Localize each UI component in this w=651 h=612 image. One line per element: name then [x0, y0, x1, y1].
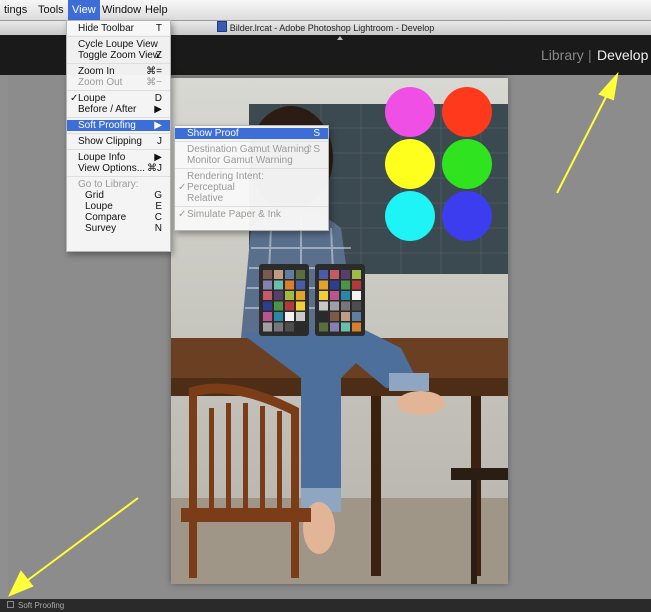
status-bar: Soft Proofing — [0, 599, 651, 612]
menu-tools[interactable]: Tools — [34, 0, 68, 20]
menu-item-destination-gamut-warning: Destination Gamut Warning ⇧S — [175, 144, 328, 155]
menu-item-label: Grid — [85, 190, 104, 201]
menu-item-shortcut: N — [154, 223, 162, 234]
menu-separator — [175, 206, 328, 207]
status-text: Soft Proofing — [18, 601, 65, 610]
module-develop[interactable]: Develop — [597, 47, 648, 63]
checkmark-icon: ✓ — [178, 182, 187, 193]
menu-item-label: Show Clipping — [78, 136, 142, 147]
menu-item-shortcut: S — [313, 128, 320, 139]
menu-item-shortcut: ▶ — [154, 120, 162, 131]
menu-item-shortcut: C — [154, 212, 162, 223]
menu-item-shortcut: Z — [155, 50, 162, 61]
menu-item-label: Go to Library: — [78, 179, 139, 190]
menu-item-label: Loupe Info — [78, 152, 126, 163]
menu-separator — [67, 36, 170, 37]
menu-item-zoom-in[interactable]: Zoom In ⌘= — [67, 66, 170, 77]
menu-item-label: View Options... — [78, 163, 146, 174]
menu-separator — [67, 149, 170, 150]
menu-item-label: Cycle Loupe View — [78, 39, 158, 50]
menu-item-shortcut: E — [155, 201, 162, 212]
menu-item-shortcut: ⌘J — [147, 163, 162, 174]
menu-item-before-after[interactable]: Before / After ▶ — [67, 104, 170, 115]
color-circle — [442, 191, 492, 241]
menu-help[interactable]: Help — [141, 0, 172, 20]
menu-window[interactable]: Window — [98, 0, 145, 20]
menu-item-label: Hide Toolbar — [78, 23, 134, 34]
color-circle — [442, 87, 492, 137]
document-icon — [216, 21, 227, 32]
menu-separator — [175, 168, 328, 169]
menu-item-label: Perceptual — [187, 182, 235, 193]
menu-item-loupe[interactable]: ✓ Loupe D — [67, 93, 170, 104]
menu-item-show-proof[interactable]: Show Proof S — [175, 128, 328, 139]
menu-item-loupe-info[interactable]: Loupe Info ▶ — [67, 152, 170, 163]
menu-item-shortcut: D — [154, 93, 162, 104]
menu-item-zoom-out: Zoom Out ⌘− — [67, 77, 170, 88]
soft-proofing-submenu: Show Proof S Destination Gamut Warning ⇧S Mo… — [174, 125, 329, 231]
menu-settings[interactable]: tings — [0, 0, 31, 20]
menu-item-label: Compare — [85, 212, 127, 223]
panel-toggle-icon[interactable] — [7, 601, 14, 608]
menu-separator — [67, 133, 170, 134]
menu-item-label: Relative — [187, 193, 224, 204]
menu-item-label: Toggle Zoom View — [78, 50, 161, 61]
view-menu: Hide Toolbar T Cycle Loupe View Toggle Zoom… — [66, 20, 171, 252]
menu-item-relative: Relative — [175, 193, 328, 204]
menu-item-shortcut: ⌘= — [146, 66, 162, 77]
menu-item-label: Loupe — [85, 201, 113, 212]
menu-item-toggle-zoom-view[interactable]: Toggle Zoom View Z — [67, 50, 170, 61]
menu-item-shortcut: ⌘− — [146, 77, 162, 88]
menu-item-grid[interactable]: Grid G — [67, 190, 170, 201]
menu-item-soft-proofing[interactable]: Soft Proofing ▶ — [67, 120, 170, 131]
menu-item-hide-toolbar[interactable]: Hide Toolbar T — [67, 23, 170, 34]
menu-item-label: Simulate Paper & Ink — [187, 209, 281, 220]
menu-item-label: Soft Proofing — [78, 120, 136, 131]
menu-item-label: Monitor Gamut Warning — [187, 155, 293, 166]
menu-item-compare[interactable]: Compare C — [67, 212, 170, 223]
menu-item-label: Before / After — [78, 104, 137, 115]
menu-item-survey[interactable]: Survey N — [67, 223, 170, 234]
menu-item-simulate-paper-ink: ✓ Simulate Paper & Ink — [175, 209, 328, 220]
menu-separator — [67, 176, 170, 177]
module-separator: | — [588, 47, 592, 63]
module-library[interactable]: Library — [541, 47, 584, 63]
menu-item-rendering-intent: Rendering Intent: — [175, 171, 328, 182]
color-circles — [385, 87, 492, 241]
color-circle — [385, 87, 435, 137]
collapse-panel-arrow-icon[interactable] — [337, 36, 343, 40]
menu-item-shortcut: ⇧S — [304, 144, 320, 155]
menu-separator — [67, 90, 170, 91]
checkmark-icon: ✓ — [178, 209, 187, 220]
color-circle — [385, 191, 435, 241]
menu-item-shortcut: ▶ — [154, 104, 162, 115]
menu-item-label: Show Proof — [187, 128, 239, 139]
menu-separator — [67, 117, 170, 118]
menu-item-label: Zoom Out — [78, 77, 123, 88]
color-circle — [385, 139, 435, 189]
menu-item-label: Rendering Intent: — [187, 171, 264, 182]
menu-item-cycle-loupe-view[interactable]: Cycle Loupe View — [67, 39, 170, 50]
menu-item-go-to-library: Go to Library: — [67, 179, 170, 190]
menu-item-label: Loupe — [78, 93, 106, 104]
menu-item-label: Survey — [85, 223, 117, 234]
menu-item-shortcut: ▶ — [154, 152, 162, 163]
color-circle — [442, 139, 492, 189]
menu-item-view-options[interactable]: View Options... ⌘J — [67, 163, 170, 174]
menu-item-shortcut: T — [155, 23, 162, 34]
menu-item-shortcut: G — [154, 190, 162, 201]
menu-separator — [175, 141, 328, 142]
menu-item-loupe[interactable]: Loupe E — [67, 201, 170, 212]
menu-item-show-clipping[interactable]: Show Clipping J — [67, 136, 170, 147]
menu-view[interactable]: View — [68, 0, 100, 20]
menu-item-label: Destination Gamut Warning — [187, 144, 310, 155]
menu-item-monitor-gamut-warning: Monitor Gamut Warning — [175, 155, 328, 166]
menubar: tings Tools View Window Help — [0, 0, 651, 21]
menu-item-label: Zoom In — [78, 66, 115, 77]
menu-item-shortcut: J — [157, 136, 162, 147]
menu-item-perceptual: ✓ Perceptual — [175, 182, 328, 193]
window-title: Bilder.lrcat - Adobe Photoshop Lightroom… — [229, 23, 435, 33]
menu-separator — [67, 63, 170, 64]
